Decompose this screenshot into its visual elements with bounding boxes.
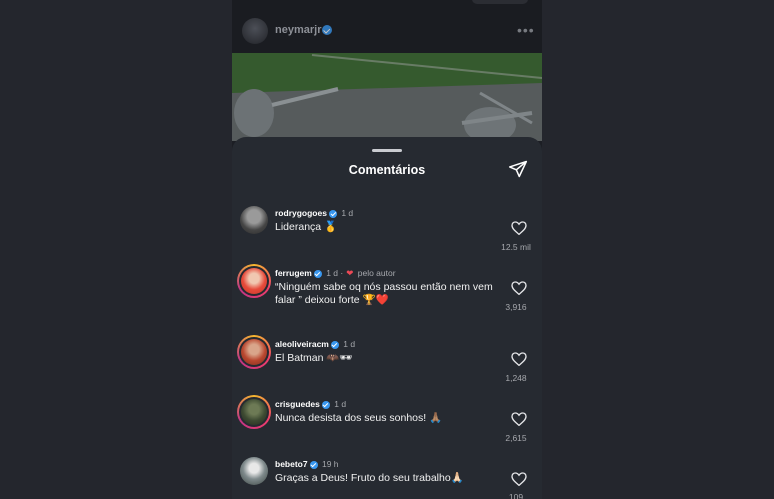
post-author-avatar[interactable] [242,18,268,44]
heart-outline-icon[interactable] [511,221,527,235]
avatar[interactable] [241,268,267,294]
verified-badge-icon [328,209,337,218]
heart-outline-icon[interactable] [511,281,527,295]
post-author-username[interactable]: neymarjr [275,24,321,36]
comment-username[interactable]: rodrygogoes [275,208,327,218]
comment-time: 1 d [334,399,347,409]
comment-header: ferrugem 1 d · ❤ pelo autor [275,268,396,279]
verified-badge-icon [322,25,332,35]
post-header: neymarjr ••• [232,0,542,54]
comment-username[interactable]: ferrugem [275,268,312,278]
sheet-drag-handle[interactable] [372,149,402,152]
more-horizontal-icon[interactable]: ••• [517,22,535,38]
liked-by-author-heart-icon: ❤ [346,268,354,278]
verified-badge-icon [330,340,339,349]
comment-header: aleoliveiracm 1 d [275,339,355,349]
comment-username[interactable]: crisguedes [275,399,320,409]
story-ring[interactable] [237,335,271,369]
comment-time: 1 d · [326,268,344,278]
comment-header: rodrygogoes 1 d [275,208,353,218]
comment-time: 1 d [341,208,354,218]
comment-header: crisguedes 1 d [275,399,346,409]
comment-text: Liderança 🥇 [275,221,338,233]
avatar[interactable] [241,339,267,365]
instagram-screen: neymarjr ••• Comentários rodrygogoes 1 d [232,0,542,499]
liked-by-author-label: pelo autor [357,268,396,278]
verified-badge-icon [321,400,330,409]
story-ring[interactable] [237,264,271,298]
avatar[interactable] [241,399,267,425]
verified-badge-icon [309,460,318,469]
like-count: 12.5 mil [501,242,531,252]
like-count: 2,615 [505,433,527,443]
comment-item: rodrygogoes 1 d Liderança 🥇 12.5 mil [232,203,542,263]
like-count: 3,916 [505,302,527,312]
comment-item: aleoliveiracm 1 d El Batman 🦇🕶 1,248 [232,334,542,394]
comment-item: bebeto7 19 h Graças a Deus! Fruto do seu… [232,454,542,499]
top-pill [472,0,528,4]
verified-badge-icon [313,269,322,278]
story-ring[interactable] [237,395,271,429]
avatar[interactable] [240,457,268,485]
send-paper-plane-icon[interactable] [508,159,528,179]
heart-outline-icon[interactable] [511,472,527,486]
like-count: 109 [508,492,524,499]
comment-item: ferrugem 1 d · ❤ pelo autor “Ninguém sabe… [232,263,542,323]
heart-outline-icon[interactable] [511,412,527,426]
post-image[interactable] [232,53,542,141]
comment-username[interactable]: aleoliveiracm [275,339,329,349]
avatar[interactable] [240,206,268,234]
comment-item: crisguedes 1 d Nunca desista dos seus so… [232,394,542,454]
comment-header: bebeto7 19 h [275,459,339,469]
comment-time: 19 h [321,459,339,469]
comment-text: “Ninguém sabe oq nós passou então nem ve… [275,281,493,306]
like-count: 1,248 [505,373,527,383]
comment-username[interactable]: bebeto7 [275,459,308,469]
comment-time: 1 d [343,339,356,349]
comment-text: El Batman 🦇🕶 [275,352,353,364]
comment-text: Nunca desista dos seus sonhos! 🙏🏽 [275,412,443,424]
heart-outline-icon[interactable] [511,352,527,366]
comment-text: Graças a Deus! Fruto do seu trabalho🙏🏻 [275,472,464,484]
comments-title: Comentários [348,163,426,177]
comments-sheet: Comentários rodrygogoes 1 d Liderança 🥇 … [232,137,542,499]
